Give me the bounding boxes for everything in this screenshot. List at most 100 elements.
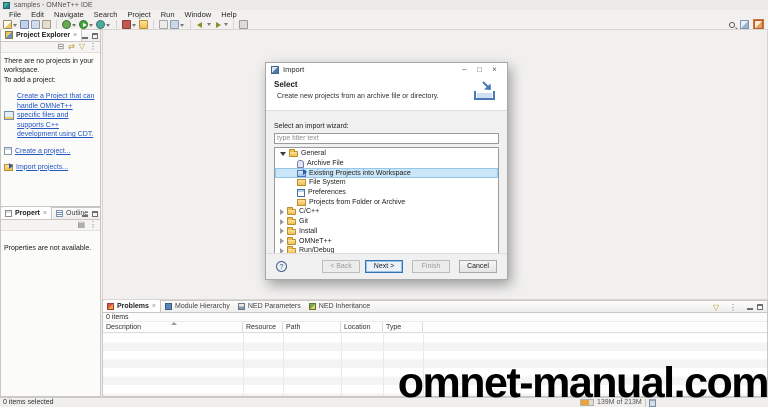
menu-search[interactable]: Search (89, 10, 123, 19)
empty-workspace-message: There are no projects in your workspace.… (4, 57, 97, 85)
menu-project[interactable]: Project (122, 10, 155, 19)
expand-arrow-icon[interactable] (280, 219, 284, 225)
active-perspective-button[interactable] (754, 20, 763, 29)
view-menu-icon[interactable] (89, 221, 97, 229)
window-title: samples - OMNeT++ IDE (14, 2, 93, 9)
menu-edit[interactable]: Edit (26, 10, 49, 19)
tree-item-file-system[interactable]: File System (275, 178, 498, 188)
forward-history-button[interactable] (213, 20, 222, 29)
menu-help[interactable]: Help (216, 10, 241, 19)
ned-inheritance-icon (309, 303, 316, 310)
tab-properties[interactable]: Propert × (1, 207, 52, 219)
properties-toolbar (1, 220, 100, 231)
menu-window[interactable]: Window (180, 10, 217, 19)
collapse-arrow-icon[interactable] (280, 152, 286, 156)
tree-item-omnetpp[interactable]: OMNeT++ (275, 236, 498, 246)
watermark: omnet-manual.com (398, 364, 768, 404)
save-all-button[interactable] (31, 20, 40, 29)
maximize-icon[interactable] (757, 304, 763, 310)
save-button[interactable] (20, 20, 29, 29)
last-edit-location-button[interactable] (239, 20, 248, 29)
build-button[interactable] (42, 20, 51, 29)
view-menu-icon[interactable] (729, 304, 737, 312)
app-icon (3, 2, 10, 9)
minimize-icon[interactable] (747, 304, 753, 310)
menu-file[interactable]: File (4, 10, 26, 19)
menu-run[interactable]: Run (156, 10, 180, 19)
minimize-icon[interactable]: – (457, 65, 472, 74)
folder-icon (287, 239, 296, 245)
tree-item-c-cpp[interactable]: C/C++ (275, 207, 498, 217)
close-tab-icon[interactable]: × (73, 32, 77, 39)
column-type[interactable]: Type (383, 322, 423, 332)
filter-icon[interactable] (79, 43, 85, 51)
close-icon[interactable]: × (487, 65, 502, 74)
new-project-icon (4, 147, 12, 155)
tab-project-explorer[interactable]: Project Explorer × (1, 29, 82, 41)
problems-table-header: Description Resource Path Location Type (103, 322, 767, 333)
minimize-icon[interactable] (82, 211, 88, 217)
tree-item-git[interactable]: Git (275, 217, 498, 227)
help-icon[interactable]: ? (276, 261, 287, 272)
tree-item-projects-from-folder[interactable]: Projects from Folder or Archive (275, 197, 498, 207)
problems-icon (107, 303, 114, 310)
project-explorer-icon (5, 31, 13, 39)
import-projects-link[interactable]: Import projects... (16, 163, 68, 172)
column-location[interactable]: Location (341, 322, 383, 332)
debug-button[interactable] (62, 20, 71, 29)
expand-arrow-icon[interactable] (280, 209, 284, 215)
column-description[interactable]: Description (103, 322, 243, 332)
search-icon[interactable] (729, 22, 735, 28)
finish-button[interactable]: Finish (412, 260, 450, 273)
tree-item-existing-projects[interactable]: Existing Projects into Workspace (275, 168, 498, 178)
open-perspective-button[interactable] (740, 20, 749, 29)
back-button[interactable]: < Back (322, 260, 360, 273)
next-button[interactable]: Next > (365, 260, 403, 273)
cancel-button[interactable]: Cancel (459, 260, 497, 273)
create-project-link[interactable]: Create a project... (15, 147, 71, 156)
external-tools-button[interactable] (122, 20, 131, 29)
expand-arrow-icon[interactable] (280, 228, 284, 234)
properties-tab-row: Propert × Outline (1, 208, 100, 220)
tree-item-general[interactable]: General (275, 149, 498, 159)
tab-module-hierarchy[interactable]: Module Hierarchy (161, 300, 234, 312)
tree-item-preferences[interactable]: Preferences (275, 188, 498, 198)
tree-item-archive-file[interactable]: Archive File (275, 159, 498, 169)
profile-button[interactable] (96, 20, 105, 29)
project-explorer-toolbar (1, 42, 100, 53)
expand-arrow-icon[interactable] (280, 238, 284, 244)
column-path[interactable]: Path (283, 322, 341, 332)
tab-ned-parameters[interactable]: NED Parameters (234, 300, 305, 312)
mark-occurrences-button[interactable] (159, 20, 168, 29)
filter-icon[interactable] (713, 304, 719, 312)
close-tab-icon[interactable]: × (43, 210, 47, 217)
new-wizard-button[interactable] (3, 20, 12, 29)
column-resource[interactable]: Resource (243, 322, 283, 332)
project-explorer-panel: Project Explorer × There are no projects… (0, 29, 101, 207)
dialog-title-bar[interactable]: Import – □ × (266, 63, 507, 76)
collapse-all-icon[interactable] (57, 43, 64, 51)
tab-ned-inheritance[interactable]: NED Inheritance (305, 300, 374, 312)
create-cdt-project-link[interactable]: Create a Project that can handle OMNeT++… (17, 92, 95, 139)
maximize-icon[interactable] (92, 33, 98, 39)
minimize-icon[interactable] (82, 33, 88, 39)
project-explorer-tab-row: Project Explorer × (1, 30, 100, 42)
run-button[interactable] (79, 20, 88, 29)
tab-problems[interactable]: Problems × (103, 300, 161, 312)
link-with-editor-icon[interactable] (68, 43, 75, 51)
module-hierarchy-icon (165, 303, 172, 310)
show-advanced-icon[interactable] (77, 221, 85, 229)
file-system-icon (297, 179, 306, 186)
open-folder-button[interactable] (139, 20, 148, 29)
tree-item-install[interactable]: Install (275, 227, 498, 237)
annotations-button[interactable] (170, 20, 179, 29)
view-menu-icon[interactable] (89, 43, 97, 51)
back-history-button[interactable] (196, 20, 205, 29)
properties-panel: Propert × Outline Properties are not ava… (0, 207, 101, 397)
maximize-icon[interactable] (92, 211, 98, 217)
menu-navigate[interactable]: Navigate (49, 10, 89, 19)
maximize-icon[interactable]: □ (472, 65, 487, 74)
close-tab-icon[interactable]: × (152, 303, 156, 310)
outline-icon (56, 210, 63, 217)
wizard-filter-input[interactable] (274, 133, 499, 144)
